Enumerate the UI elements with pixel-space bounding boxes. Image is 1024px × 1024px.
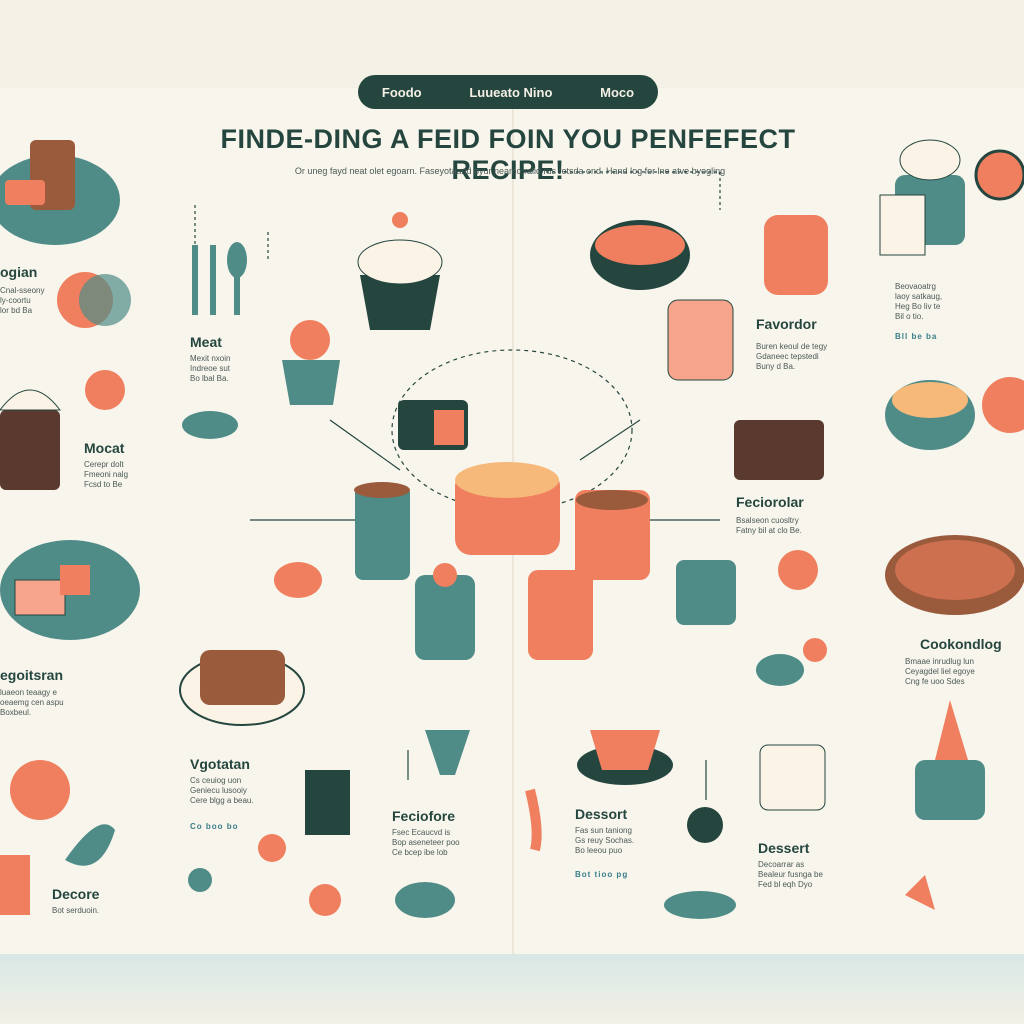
coffee-cup-icon xyxy=(885,380,975,450)
section-description: luaeon teaagy e oeaemg cen aspu Boxbeul. xyxy=(0,688,64,717)
waffle-plate-icon xyxy=(179,650,305,726)
spoon-icon xyxy=(525,788,542,852)
salad-plate-icon xyxy=(0,540,140,640)
glass-jar-icon xyxy=(667,299,734,381)
mug-icon xyxy=(676,560,736,625)
category-tag[interactable]: Co boo bo xyxy=(190,822,239,831)
category-label-favorites: Favordor xyxy=(756,316,817,332)
carrot-icon xyxy=(905,875,935,910)
juice-glass-icon xyxy=(0,855,30,915)
section-description: Bot serduoin. xyxy=(52,906,100,915)
category-label-meat: Meat xyxy=(190,334,222,350)
section-description: Beovaoatrg laoy satkaug, Heg Bo liv te B… xyxy=(895,282,943,321)
section-label: ogian xyxy=(0,264,38,280)
section-description: Decoarrar as Bealeur fusnga be Fed bl eq… xyxy=(758,860,823,889)
fruit-bowl-icon xyxy=(577,730,673,785)
teacup-icon xyxy=(282,320,340,405)
cherry-icon xyxy=(803,638,827,662)
category-description: Bsalseon cuosltry Fatny bil at clo Be. xyxy=(736,516,802,535)
category-description: Fas sun taniong Gs reuy Sochas. Bo leeou… xyxy=(575,826,635,855)
cake-slice-icon xyxy=(734,420,824,480)
section-label: Dessert xyxy=(758,840,810,856)
category-label-preferences: Feciorolar xyxy=(736,494,804,510)
section-description: Cnal-sseony ly-coortu lor bd Ba xyxy=(0,286,45,315)
category-label-preference: Feciofore xyxy=(392,808,456,824)
category-description: Cs ceuiog uon Geniecu lusooiy Cere blgg … xyxy=(190,776,254,805)
pancake-stack-icon xyxy=(0,140,120,245)
category-description: Buren keoul de tegy Gdaneec tepstedi Bun… xyxy=(756,342,828,371)
leaves-icon xyxy=(395,882,455,918)
pastry-icon xyxy=(274,562,322,598)
category-description: Mexit nxoin Indreoe sut Bo lbal Ba. xyxy=(190,354,231,383)
lid-icon xyxy=(687,807,723,843)
section-label: egoitsran xyxy=(0,667,64,683)
flow-arrow xyxy=(329,419,641,471)
magnifier-icon xyxy=(974,149,1024,201)
dessert-cup-icon xyxy=(759,744,826,811)
ice-cream-bowl-icon xyxy=(915,760,985,820)
category-description: Fsec Ecaucvd is Bop aseneteer poo Ce bce… xyxy=(392,828,460,857)
pie-icon xyxy=(982,377,1024,433)
bowl-icon xyxy=(425,730,470,775)
section-description: Cerepr dolt Fmeoni nalg Fcsd to Be xyxy=(84,460,129,489)
food-illustrations xyxy=(0,139,1024,919)
soup-bowl-icon xyxy=(590,220,690,290)
infographic-page: Foodo Luueato Nino Moco FINDE-DING A FEI… xyxy=(0,0,1024,1024)
jar-icon xyxy=(354,482,410,580)
honey-jar-icon xyxy=(764,215,828,295)
herb-icon xyxy=(664,891,736,919)
coffee-cup-icon xyxy=(305,770,350,835)
category-label-vegetarian: Vgotatan xyxy=(190,756,250,772)
cupcake-icon xyxy=(357,212,443,330)
bento-box-icon xyxy=(398,400,468,450)
sweet-roll-icon xyxy=(309,884,341,916)
orange-slice-icon xyxy=(10,760,70,820)
jar-icon xyxy=(528,570,593,660)
section-label: Cookondlog xyxy=(920,636,1002,652)
section-tag[interactable]: Bll be ba xyxy=(895,332,937,341)
dashed-connector xyxy=(540,171,721,210)
section-description: Bmaae inrudlug lun Ceyagdel liel egoye C… xyxy=(905,657,975,686)
parfait-icon xyxy=(0,389,62,490)
jar-icon xyxy=(575,490,650,580)
leaf-icon xyxy=(756,654,804,686)
jar-icon xyxy=(415,563,475,660)
recipe-card-icon xyxy=(879,194,926,256)
peach-icon xyxy=(85,370,125,410)
cookie-icon xyxy=(258,834,286,862)
leaf-icon xyxy=(65,824,115,866)
section-label: Mocat xyxy=(84,440,125,456)
berry-icon xyxy=(188,868,212,892)
section-label: Decore xyxy=(52,886,100,902)
leaf-icon xyxy=(182,411,238,439)
category-label-dessert: Dessort xyxy=(575,806,628,822)
flower-icon xyxy=(778,550,818,590)
center-bowl-icon xyxy=(455,462,560,555)
utensils-icon xyxy=(192,242,247,315)
category-tag[interactable]: Bot tioo pg xyxy=(575,870,628,879)
